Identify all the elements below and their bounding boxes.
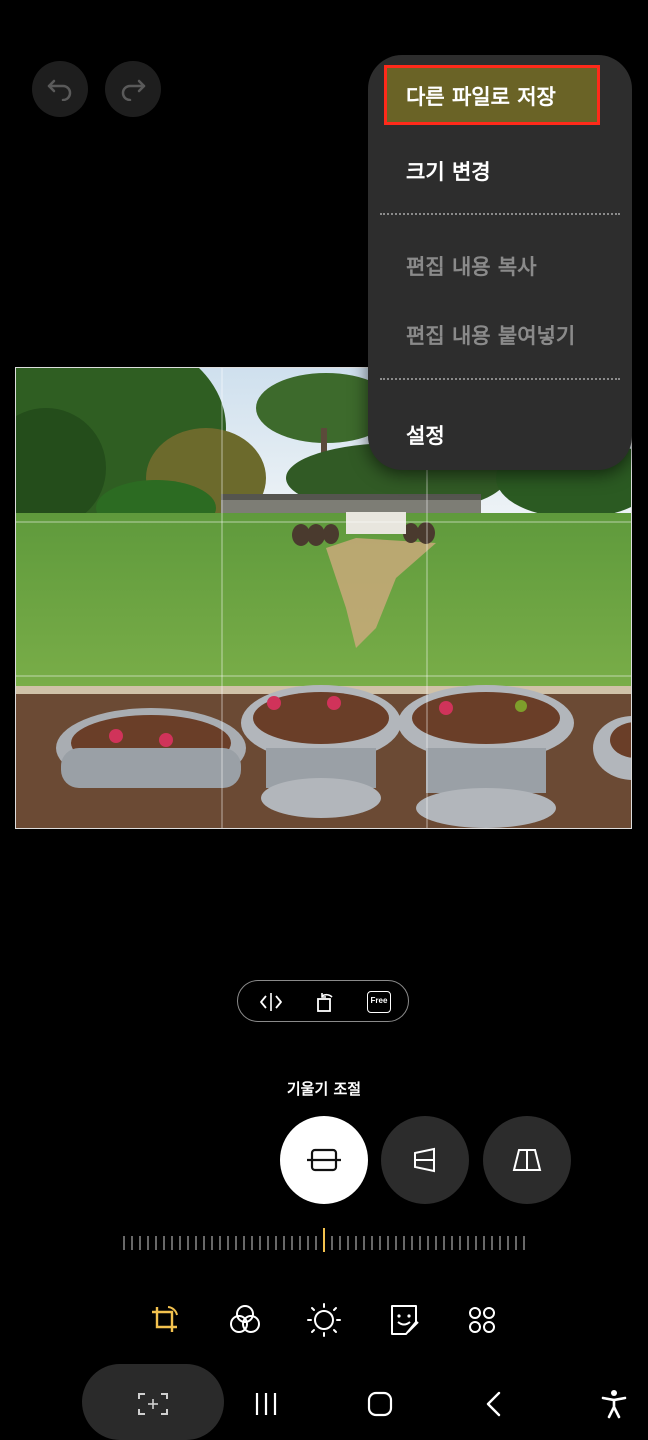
- free-ratio-icon[interactable]: Free: [364, 989, 394, 1015]
- filters-icon: [230, 1305, 260, 1333]
- menu-item-settings[interactable]: 설정: [406, 420, 445, 450]
- home-icon: [367, 1391, 393, 1417]
- filters-tool[interactable]: [225, 1300, 265, 1340]
- vertical-perspective-icon: [414, 1147, 435, 1173]
- stickers-tool[interactable]: [384, 1300, 424, 1340]
- flip-icon[interactable]: [258, 989, 284, 1015]
- recents-icon: [255, 1393, 277, 1415]
- more-tools[interactable]: [462, 1300, 502, 1340]
- more-icon: [469, 1307, 495, 1333]
- horizontal-perspective-icon: [512, 1149, 542, 1171]
- capture-icon[interactable]: [133, 1384, 173, 1424]
- menu-item-copy-edits[interactable]: 편집 내용 복사: [406, 251, 537, 281]
- menu-divider: [380, 378, 620, 380]
- brightness-tool[interactable]: [304, 1300, 344, 1340]
- tilt-angle-slider[interactable]: [120, 1228, 530, 1258]
- undo-button[interactable]: [32, 61, 88, 117]
- back-button[interactable]: [474, 1384, 514, 1424]
- crop-rotate-tool[interactable]: [145, 1300, 185, 1340]
- recent-apps-button[interactable]: [246, 1384, 286, 1424]
- tilt-label: 기울기 조절: [286, 1080, 362, 1098]
- accessibility-button[interactable]: [594, 1384, 634, 1424]
- crop-rotate-icon: [152, 1306, 178, 1332]
- undo-icon: [47, 79, 72, 101]
- straighten-button[interactable]: [280, 1116, 368, 1204]
- accessibility-icon: [601, 1390, 627, 1419]
- straighten-icon: [307, 1148, 341, 1172]
- overflow-menu: 다른 파일로 저장 크기 변경 편집 내용 복사 편집 내용 붙여넣기 설정: [368, 55, 632, 470]
- menu-item-save-as-copy[interactable]: 다른 파일로 저장: [406, 81, 556, 111]
- redo-icon: [121, 79, 146, 101]
- crop-options-bar: Free: [237, 980, 409, 1022]
- home-button[interactable]: [360, 1384, 400, 1424]
- free-label: Free: [370, 996, 388, 1005]
- menu-item-paste-edits[interactable]: 편집 내용 붙여넣기: [406, 320, 575, 350]
- brightness-icon: [307, 1303, 341, 1337]
- menu-divider: [380, 213, 620, 215]
- vertical-perspective-button[interactable]: [381, 1116, 469, 1204]
- stickers-icon: [391, 1305, 419, 1335]
- horizontal-perspective-button[interactable]: [483, 1116, 571, 1204]
- back-icon: [486, 1391, 501, 1417]
- rotate-icon[interactable]: [312, 989, 338, 1015]
- menu-item-resize[interactable]: 크기 변경: [406, 156, 491, 186]
- redo-button[interactable]: [105, 61, 161, 117]
